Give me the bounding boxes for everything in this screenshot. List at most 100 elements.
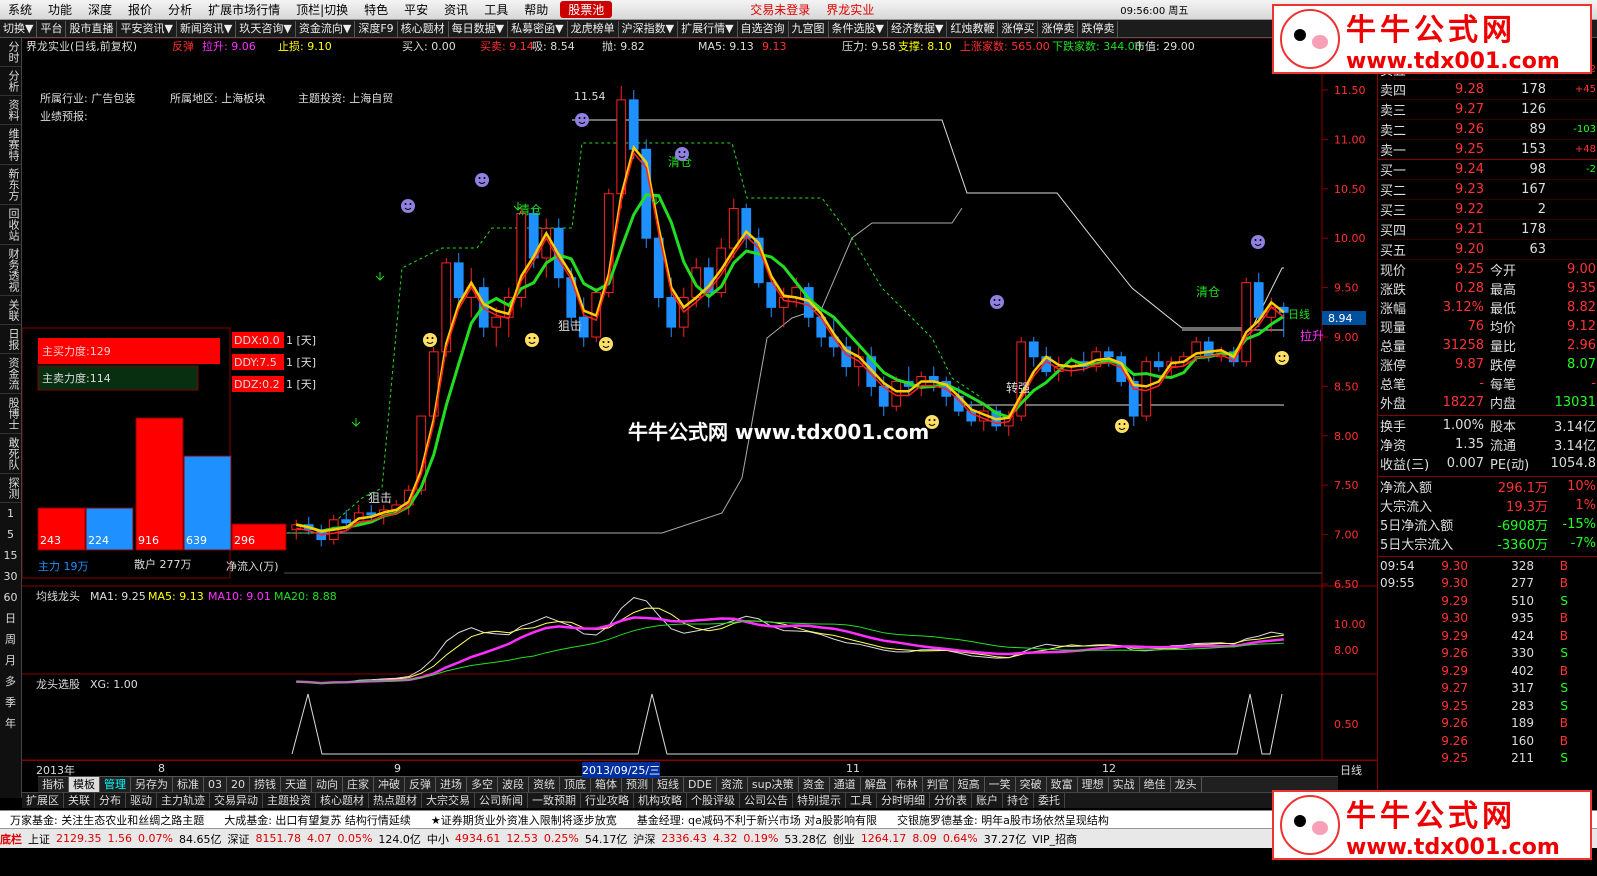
bottom-tab[interactable]: 特别提示: [793, 793, 846, 808]
formula-tab[interactable]: sup决策: [748, 777, 799, 792]
formula-tab[interactable]: 庄家: [343, 777, 374, 792]
toolbar-item[interactable]: 条件选股▼: [829, 20, 889, 37]
bottom-tab[interactable]: 分价表: [930, 793, 972, 808]
toolbar-item[interactable]: 扩展行情▼: [678, 20, 738, 37]
formula-tab[interactable]: 资金: [799, 777, 830, 792]
formula-tab[interactable]: 多空: [467, 777, 498, 792]
toolbar-item[interactable]: 深度F9: [355, 20, 398, 37]
formula-tab[interactable]: 20: [227, 777, 250, 792]
bottom-tab[interactable]: 委托: [1034, 793, 1065, 808]
tick-row[interactable]: 9.26 330 S: [1378, 645, 1597, 663]
toolbar-item[interactable]: 平台: [37, 20, 67, 37]
toolbar-item[interactable]: 切换▼: [0, 20, 38, 37]
menu-item-topbar[interactable]: 顶栏|切换: [288, 1, 356, 18]
orderbook-row[interactable]: 买三 9.22 2: [1378, 200, 1597, 220]
toolbar-item[interactable]: 资金流向▼: [296, 20, 356, 37]
menu-item-quote[interactable]: 报价: [120, 1, 160, 18]
bottom-tab[interactable]: 主力轨迹: [157, 793, 210, 808]
candle[interactable]: [1241, 277, 1252, 367]
side-tab[interactable]: 新东方: [0, 165, 21, 205]
formula-tab[interactable]: 反弹: [405, 777, 436, 792]
side-tab[interactable]: 资金流: [0, 354, 21, 394]
formula-tab[interactable]: 管理: [100, 777, 131, 792]
formula-tab[interactable]: 解盘: [861, 777, 892, 792]
toolbar-item[interactable]: 自选咨询: [738, 20, 789, 37]
formula-tab[interactable]: 天道: [281, 777, 312, 792]
bottom-tab[interactable]: 账户: [972, 793, 1003, 808]
bottom-tab[interactable]: 主题投资: [263, 793, 316, 808]
formula-tab[interactable]: 模板: [69, 777, 100, 792]
news-item[interactable]: 基金经理: qe减码不利于新兴市场 对a股影响有限: [637, 812, 877, 828]
menu-item-special[interactable]: 特色: [356, 1, 396, 18]
stock-pool-button[interactable]: 股票池: [560, 1, 613, 18]
tick-row[interactable]: 9.26 160 B: [1378, 732, 1597, 750]
orderbook-row[interactable]: 买二 9.23 167: [1378, 180, 1597, 200]
toolbar-item[interactable]: 涨停买: [998, 20, 1039, 37]
formula-tab[interactable]: 短线: [653, 777, 684, 792]
formula-tab[interactable]: 龙头: [1171, 777, 1202, 792]
bottom-tab[interactable]: 公司新闻: [475, 793, 528, 808]
kline-chart[interactable]: 11.50 11.00 10.50 10.00 9.50 9.00 8.50 8.00 7.50…: [22, 38, 1377, 760]
formula-tab[interactable]: 资流: [717, 777, 748, 792]
bottom-tab[interactable]: 一致预期: [528, 793, 581, 808]
formula-tab[interactable]: 03: [204, 777, 227, 792]
bottom-tab[interactable]: 关联: [64, 793, 95, 808]
side-tab[interactable]: 关联: [0, 296, 21, 325]
bottom-tab[interactable]: 核心题材: [316, 793, 369, 808]
side-tab[interactable]: 资料: [0, 96, 21, 125]
news-item[interactable]: 交银施罗德基金: 明年a股市场依然呈现结构: [897, 812, 1109, 828]
formula-tab[interactable]: 判官: [923, 777, 954, 792]
side-tab[interactable]: 日报: [0, 325, 21, 354]
toolbar-item[interactable]: 涨停卖: [1038, 20, 1079, 37]
side-tab[interactable]: 敢死队: [0, 434, 21, 474]
period-button[interactable]: 季: [0, 692, 21, 713]
toolbar-item[interactable]: 红烛教鞭: [947, 20, 999, 37]
side-tab[interactable]: 探测: [0, 474, 21, 503]
toolbar-item[interactable]: 九宫图: [789, 20, 829, 37]
tick-row[interactable]: 9.25 211 S: [1378, 750, 1597, 768]
bottom-tab[interactable]: 交易异动: [210, 793, 263, 808]
orderbook-row[interactable]: 卖一 9.25 153 +48: [1378, 140, 1597, 160]
formula-tab[interactable]: 动向: [312, 777, 343, 792]
tick-row[interactable]: 9.30 935 B: [1378, 610, 1597, 628]
menu-item-system[interactable]: 系统: [0, 1, 40, 18]
side-tab[interactable]: 财务透视: [0, 245, 21, 296]
bottom-tab[interactable]: 分布: [95, 793, 126, 808]
orderbook-row[interactable]: 买五 9.20 63: [1378, 240, 1597, 260]
formula-tab[interactable]: 捞钱: [250, 777, 281, 792]
kline-svg[interactable]: 11.50 11.00 10.50 10.00 9.50 9.00 8.50 8.00 7.50…: [22, 38, 1377, 760]
formula-tab[interactable]: 突破: [1016, 777, 1047, 792]
formula-tab[interactable]: 通道: [830, 777, 861, 792]
orderbook-row[interactable]: 买一 9.24 98 -2: [1378, 160, 1597, 180]
orderbook-row[interactable]: 卖二 9.26 89 -103: [1378, 120, 1597, 140]
period-button[interactable]: 1: [0, 503, 21, 524]
tick-row[interactable]: 9.29 510 S: [1378, 592, 1597, 610]
formula-tab[interactable]: 实战: [1109, 777, 1140, 792]
formula-tab[interactable]: 箱体: [591, 777, 622, 792]
toolbar-item[interactable]: 新闻资讯▼: [177, 20, 237, 37]
menu-item-pingan[interactable]: 平安: [396, 1, 436, 18]
period-button[interactable]: 日: [0, 608, 21, 629]
period-button[interactable]: 30: [0, 566, 21, 587]
period-button[interactable]: 周: [0, 629, 21, 650]
side-tab[interactable]: 回收站: [0, 205, 21, 245]
tick-row[interactable]: 9.27 317 S: [1378, 680, 1597, 698]
formula-tab[interactable]: 顶底: [560, 777, 591, 792]
side-tab[interactable]: 分析: [0, 67, 21, 96]
toolbar-item[interactable]: 核心题材: [398, 20, 449, 37]
menu-item-help[interactable]: 帮助: [516, 1, 556, 18]
tick-row[interactable]: 9.29 402 B: [1378, 662, 1597, 680]
side-tab[interactable]: 维赛特: [0, 125, 21, 165]
toolbar-item[interactable]: 平安资讯▼: [117, 20, 177, 37]
orderbook-row[interactable]: 卖四 9.28 178 +45: [1378, 80, 1597, 100]
tick-row[interactable]: 9.26 189 B: [1378, 715, 1597, 733]
bottom-tab[interactable]: 个股评级: [687, 793, 740, 808]
bottom-tab[interactable]: 分时明细: [877, 793, 930, 808]
menu-item-tools[interactable]: 工具: [476, 1, 516, 18]
orderbook-row[interactable]: 卖三 9.27 126: [1378, 100, 1597, 120]
orderbook-row[interactable]: 买四 9.21 178: [1378, 220, 1597, 240]
news-item[interactable]: ★证券期货业外资准入限制将逐步放宽: [431, 812, 617, 828]
bottom-tab[interactable]: 机构攻略: [634, 793, 687, 808]
toolbar-item[interactable]: 经济数据▼: [888, 20, 948, 37]
period-button[interactable]: 15: [0, 545, 21, 566]
